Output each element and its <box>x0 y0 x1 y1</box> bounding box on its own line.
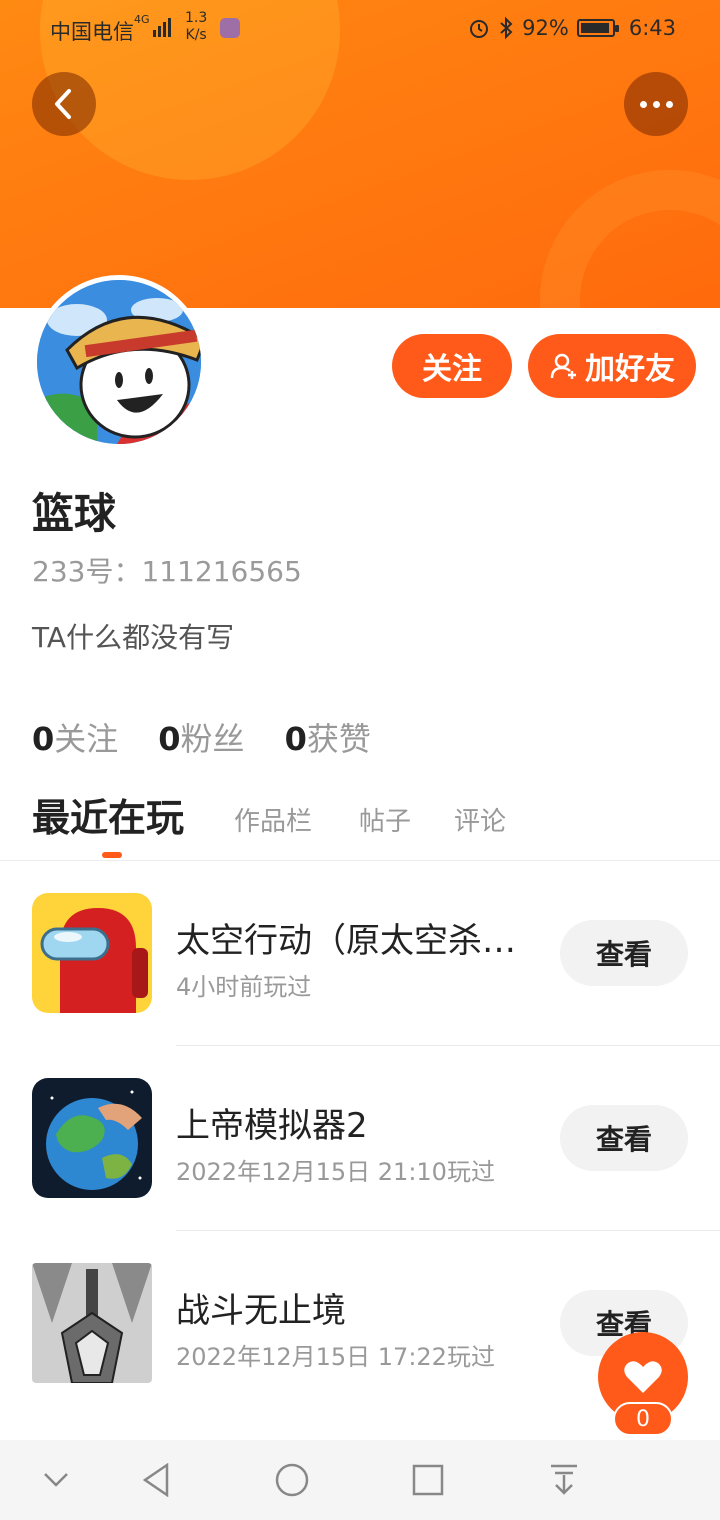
list-item[interactable]: 太空行动（原太空杀… 4小时前玩过 查看 <box>0 861 720 1046</box>
stat-following[interactable]: 0关注 <box>32 714 118 760</box>
more-dots-icon <box>639 100 647 108</box>
view-button[interactable]: 查看 <box>560 920 688 986</box>
stat-value: 0 <box>158 720 181 758</box>
avatar-image <box>37 280 201 444</box>
tab-posts[interactable]: 帖子 <box>359 801 411 838</box>
download-icon[interactable] <box>542 1458 586 1502</box>
stat-value: 0 <box>284 720 307 758</box>
profile-uid: 233号：111216565 <box>32 555 302 588</box>
game-play-time: 2022年12月15日 21:10玩过 <box>176 1158 495 1186</box>
tab-indicator <box>102 852 122 858</box>
stat-value: 0 <box>32 720 55 758</box>
profile-name: 篮球 <box>32 489 117 538</box>
game-icon <box>32 1263 152 1383</box>
add-friend-button[interactable]: 加好友 <box>528 334 696 398</box>
game-icon <box>32 1078 152 1198</box>
add-user-icon <box>550 353 576 379</box>
follow-button[interactable]: 关注 <box>392 334 512 398</box>
speed-value: 1.3 <box>185 10 208 26</box>
profile-stats: 0关注 0粉丝 0获赞 <box>32 714 371 760</box>
game-icon <box>32 893 152 1013</box>
alarm-icon <box>470 20 489 38</box>
profile-bio: TA什么都没有写 <box>32 621 235 654</box>
avatar[interactable] <box>32 275 206 449</box>
system-nav-bar <box>0 1440 720 1520</box>
tab-comments[interactable]: 评论 <box>454 801 506 838</box>
status-right: 92% 6:43 <box>468 16 676 40</box>
game-title: 太空行动（原太空杀… <box>176 921 516 961</box>
game-icon-image <box>32 1263 152 1383</box>
heart-icon <box>624 1361 662 1393</box>
clock: 6:43 <box>628 16 676 40</box>
network-speed: 1.3 K/s <box>185 10 207 44</box>
more-dot <box>652 100 660 108</box>
game-title: 战斗无止境 <box>176 1291 346 1331</box>
tab-works[interactable]: 作品栏 <box>234 801 312 838</box>
like-count: 0 <box>613 1402 673 1436</box>
battery-percent: 92% <box>522 16 569 40</box>
chevron-left-icon <box>55 89 71 119</box>
game-play-time: 4小时前玩过 <box>176 973 312 1001</box>
stat-label: 获赞 <box>306 720 371 758</box>
home-circle-icon[interactable] <box>270 1458 314 1502</box>
speed-unit: K/s <box>185 27 207 43</box>
signal-icon <box>153 18 171 37</box>
network-type: 4G <box>134 13 150 26</box>
status-bar: 中国电信 4G 1.3 K/s 92% 6:43 <box>0 0 720 58</box>
tab-bar: 最近在玩 作品栏 帖子 评论 <box>32 794 720 860</box>
collapse-icon[interactable] <box>34 1458 78 1502</box>
game-play-time: 2022年12月15日 17:22玩过 <box>176 1343 495 1371</box>
more-dot <box>665 100 673 108</box>
more-button[interactable] <box>624 72 688 136</box>
vpn-icon <box>220 18 240 38</box>
bluetooth-icon <box>500 16 513 40</box>
banner-decoration <box>540 170 720 308</box>
game-icon-image <box>32 893 152 1013</box>
back-button[interactable] <box>32 72 96 136</box>
recents-square-icon[interactable] <box>406 1458 450 1502</box>
carrier-name: 中国电信 <box>50 20 134 44</box>
stat-fans[interactable]: 0粉丝 <box>158 714 244 760</box>
stat-label: 关注 <box>54 720 119 758</box>
game-title: 上帝模拟器2 <box>176 1106 368 1146</box>
battery-icon <box>576 19 619 37</box>
list-item[interactable]: 上帝模拟器2 2022年12月15日 21:10玩过 查看 <box>0 1046 720 1231</box>
tab-recently-played[interactable]: 最近在玩 <box>32 787 184 842</box>
back-triangle-icon[interactable] <box>134 1458 178 1502</box>
game-icon-image <box>32 1078 152 1198</box>
view-button[interactable]: 查看 <box>560 1105 688 1171</box>
stat-label: 粉丝 <box>180 720 245 758</box>
add-friend-label: 加好友 <box>585 352 675 387</box>
stat-likes[interactable]: 0获赞 <box>285 714 371 760</box>
